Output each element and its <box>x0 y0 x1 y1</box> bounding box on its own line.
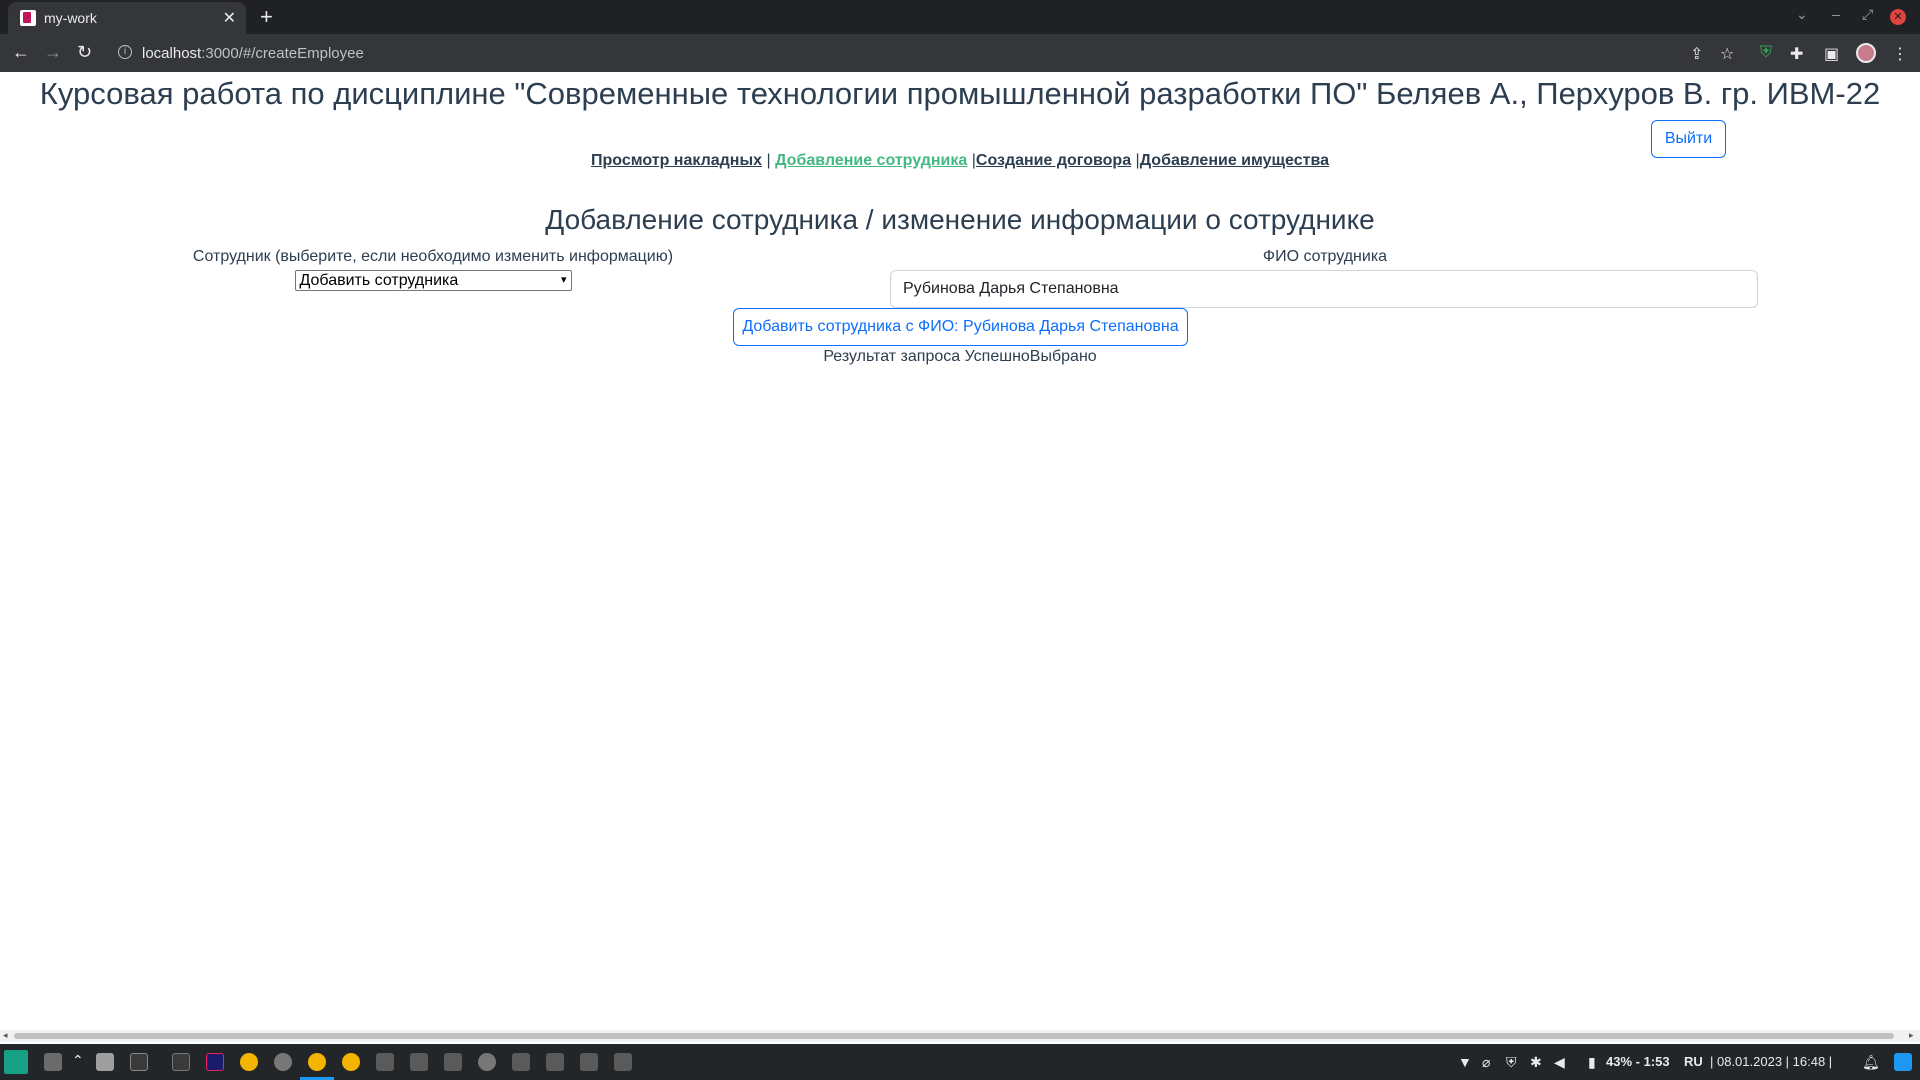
main-nav: Просмотр накладных | Добавление сотрудни… <box>0 152 1920 170</box>
browser-toolbar: ← → ↻ i localhost:3000/#/createEmployee … <box>0 34 1920 72</box>
page-title: Курсовая работа по дисциплине "Современн… <box>39 76 1881 111</box>
profile-avatar[interactable] <box>1856 43 1876 63</box>
share-icon[interactable]: ⇪ <box>1690 44 1703 64</box>
window-close-icon[interactable]: ✕ <box>1890 9 1906 25</box>
file-manager-icon[interactable] <box>96 1053 114 1071</box>
battery-status: 43% - 1:53 <box>1606 1054 1670 1069</box>
tab-bar: my-work ✕ + ⌄ – ⤢ ✕ <box>0 0 1920 34</box>
chrome-icon[interactable] <box>342 1053 360 1071</box>
new-tab-icon[interactable]: + <box>260 4 273 30</box>
bluetooth-icon[interactable]: ✱ <box>1530 1054 1542 1071</box>
request-result-text: Результат запроса УспешноВыбрано <box>823 348 1097 365</box>
scrollbar-thumb[interactable] <box>14 1033 1894 1039</box>
scroll-right-icon[interactable]: ▸ <box>1909 1030 1914 1041</box>
folder-icon[interactable] <box>614 1053 632 1071</box>
address-bar[interactable]: i localhost:3000/#/createEmployee <box>106 38 1680 68</box>
scroll-left-icon[interactable]: ◂ <box>3 1030 8 1041</box>
back-icon[interactable]: ← <box>12 42 30 63</box>
github-desktop-icon[interactable] <box>274 1053 292 1071</box>
tab-close-icon[interactable]: ✕ <box>223 8 236 28</box>
show-desktop-icon[interactable] <box>1894 1053 1912 1071</box>
workspace-pager-icon[interactable] <box>44 1053 62 1071</box>
shield-extension-icon[interactable]: ⛨ <box>1760 44 1772 62</box>
volume-icon[interactable]: ◀ <box>1554 1054 1565 1071</box>
employee-select-label: Сотрудник (выберите, если необходимо изм… <box>192 248 674 265</box>
keyboard-layout[interactable]: RU <box>1684 1054 1703 1069</box>
folder-icon[interactable] <box>444 1053 462 1071</box>
clock[interactable]: | 08.01.2023 | 16:48 | <box>1710 1054 1832 1069</box>
nav-link-add-property[interactable]: Добавление имущества <box>1140 152 1329 169</box>
bookmark-star-icon[interactable]: ☆ <box>1720 44 1734 64</box>
nav-link-create-contract[interactable]: Создание договора <box>976 152 1131 169</box>
chevron-down-icon: ▾ <box>560 274 567 286</box>
battery-icon[interactable]: ▮ <box>1588 1054 1596 1071</box>
fio-label: ФИО сотрудника <box>1262 248 1388 265</box>
terminal-icon[interactable] <box>130 1053 148 1071</box>
nav-separator: | <box>766 152 776 169</box>
taskbar: ⌃ ▼ ⌀ ⛨ ✱ ◀ ▮ 43% - 1:53 RU | 08.01.2023… <box>0 1044 1920 1080</box>
site-info-icon[interactable]: i <box>118 45 132 59</box>
extensions-puzzle-icon[interactable]: ✚ <box>1790 44 1803 64</box>
chrome-icon[interactable] <box>240 1053 258 1071</box>
folder-icon[interactable] <box>580 1053 598 1071</box>
folder-icon[interactable] <box>376 1053 394 1071</box>
notifications-bell-icon[interactable]: 🔔︎ <box>1862 1054 1880 1071</box>
fio-group: ФИО сотрудника Рубинова Дарья Степановна <box>890 248 1760 308</box>
page-content: Курсовая работа по дисциплине "Современн… <box>0 72 1920 1032</box>
form-title: Добавление сотрудника / изменение информ… <box>545 204 1375 235</box>
reload-icon[interactable]: ↻ <box>77 42 92 63</box>
minimize-icon[interactable]: – <box>1832 6 1840 22</box>
shield-icon[interactable]: ⛨ <box>1506 1054 1517 1071</box>
horizontal-scrollbar[interactable]: ◂ ▸ <box>0 1030 1920 1042</box>
chrome-icon[interactable] <box>478 1053 496 1071</box>
menu-kebab-icon[interactable]: ⋮ <box>1892 44 1908 64</box>
side-panel-icon[interactable]: ▣ <box>1824 44 1839 64</box>
folder-icon[interactable] <box>546 1053 564 1071</box>
wifi-icon[interactable]: ▼ <box>1458 1054 1472 1070</box>
restore-icon[interactable]: ⤢ <box>1862 6 1873 23</box>
tab-search-icon[interactable]: ⌄ <box>1796 6 1808 23</box>
add-employee-button[interactable]: Добавить сотрудника с ФИО: Рубинова Дарь… <box>733 308 1188 346</box>
nav-link-invoices[interactable]: Просмотр накладных <box>591 152 762 169</box>
fio-input[interactable]: Рубинова Дарья Степановна <box>890 270 1758 308</box>
chevron-up-icon[interactable]: ⌃ <box>72 1052 84 1069</box>
folder-icon[interactable] <box>410 1053 428 1071</box>
app-menu-icon[interactable] <box>4 1050 28 1074</box>
tab-title: my-work <box>44 10 97 26</box>
employee-select-group: Сотрудник (выберите, если необходимо изм… <box>190 248 676 291</box>
nav-link-add-employee[interactable]: Добавление сотрудника <box>775 152 967 169</box>
favicon-icon <box>20 10 36 26</box>
forward-icon[interactable]: → <box>44 42 62 63</box>
employee-select[interactable]: Добавить сотрудника ▾ <box>294 270 572 291</box>
attachment-icon[interactable]: ⌀ <box>1482 1054 1490 1071</box>
url-text[interactable]: localhost:3000/#/createEmployee <box>142 45 364 62</box>
employee-select-value: Добавить сотрудника <box>299 272 459 289</box>
chrome-active-icon[interactable] <box>308 1053 326 1071</box>
jetbrains-ide-icon[interactable] <box>206 1053 224 1071</box>
browser-tab[interactable]: my-work ✕ <box>8 2 246 34</box>
terminal-app-icon[interactable] <box>172 1053 190 1071</box>
folder-icon[interactable] <box>512 1053 530 1071</box>
